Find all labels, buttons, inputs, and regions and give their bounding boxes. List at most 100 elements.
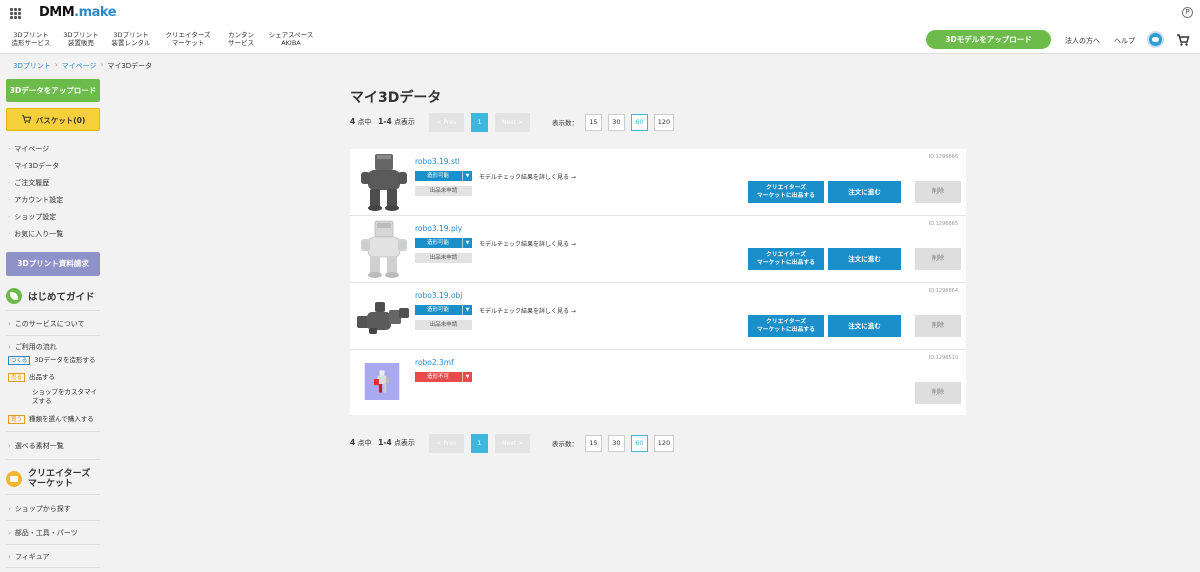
next-button[interactable]: Next > xyxy=(494,433,530,453)
model-check-link[interactable]: モデルチェック結果を詳しく見る → xyxy=(479,172,576,181)
sidebar-basket-button[interactable]: バスケット(0) xyxy=(6,108,100,131)
breadcrumb-separator: › xyxy=(100,61,104,69)
result-count: 4 点中 1-4 点表示 xyxy=(350,117,415,126)
model-file-name[interactable]: robo2.3mf xyxy=(415,358,454,367)
divider xyxy=(6,310,100,311)
help-link[interactable]: ヘルプ xyxy=(1114,36,1135,46)
model-id: ID:1296865 xyxy=(928,221,958,227)
proceed-to-order-button[interactable]: 注文に進む xyxy=(828,181,901,203)
app-grid-icon[interactable] xyxy=(10,8,21,19)
proceed-to-order-button[interactable]: 注文に進む xyxy=(828,248,901,270)
divider xyxy=(6,494,100,495)
chevron-down-icon: ▼ xyxy=(462,171,472,181)
model-file-name[interactable]: robo3.19.stl xyxy=(415,157,460,166)
breadcrumb-3dprint[interactable]: 3Dプリント xyxy=(13,61,51,71)
model-id: ID:1296866 xyxy=(928,154,958,160)
flow-step-sell[interactable]: 売る 出品する xyxy=(8,373,55,382)
per-page-30[interactable]: 30 xyxy=(607,113,625,131)
printable-status-dropdown[interactable]: 造形可能 ▼ xyxy=(415,305,472,315)
printable-status-dropdown[interactable]: 造形可能 ▼ xyxy=(415,171,472,181)
next-button[interactable]: Next > xyxy=(494,112,530,132)
leaf-icon xyxy=(6,288,22,304)
page-1-button[interactable]: 1 xyxy=(470,433,488,453)
points-icon[interactable]: P xyxy=(1182,7,1193,18)
per-page-15[interactable]: 15 xyxy=(584,113,602,131)
prev-button[interactable]: < Prev xyxy=(428,112,464,132)
parts-tools-link[interactable]: 部品・工具・パーツ xyxy=(8,528,78,538)
model-check-link[interactable]: モデルチェック結果を詳しく見る → xyxy=(479,239,576,248)
flow-step-customize-shop[interactable]: ショップをカスタマイズする xyxy=(32,388,98,406)
list-on-creators-market-button[interactable]: クリエイターズ マーケットに出品する xyxy=(748,248,824,270)
sidebar-item-account-settings[interactable]: アカウント設定 xyxy=(8,196,63,213)
figure-link[interactable]: フィギュア xyxy=(8,552,50,562)
nav-print-service[interactable]: 3Dプリント 造形サービス xyxy=(6,31,56,47)
materials-list-link[interactable]: 選べる素材一覧 xyxy=(8,441,64,451)
list-on-creators-market-button[interactable]: クリエイターズ マーケットに出品する xyxy=(748,181,824,203)
shop-search-link[interactable]: ショップから探す xyxy=(8,504,71,514)
nav-share-space[interactable]: シェアスペース AKIBA xyxy=(262,31,320,47)
per-page-60[interactable]: 60 xyxy=(630,113,648,131)
list-item: robo2.3mf 造形不可 ▼ ID:1296510 削除 xyxy=(350,350,966,417)
delete-button[interactable]: 削除 xyxy=(915,315,961,337)
usage-flow-link[interactable]: ご利用の流れ xyxy=(8,342,57,352)
sidebar-item-favorites[interactable]: お気に入り一覧 xyxy=(8,230,63,247)
delete-button[interactable]: 削除 xyxy=(915,248,961,270)
per-page-120[interactable]: 120 xyxy=(653,434,674,452)
sidebar-item-my3ddata[interactable]: マイ3Dデータ xyxy=(8,162,63,179)
listing-status-badge: 出品未申請 xyxy=(415,320,472,330)
sidebar-item-order-history[interactable]: ご注文履歴 xyxy=(8,179,63,196)
per-page-15[interactable]: 15 xyxy=(584,434,602,452)
printable-status-dropdown[interactable]: 造形可能 ▼ xyxy=(415,238,472,248)
pager-top: 4 点中 1-4 点表示 < Prev 1 Next > 表示数： 15 30 … xyxy=(350,112,680,132)
per-page-label: 表示数： xyxy=(551,440,578,448)
nav-printer-sales[interactable]: 3Dプリント 装置販売 xyxy=(56,31,106,47)
list-item: robo3.19.ply 造形可能 ▼ モデルチェック結果を詳しく見る → 出品未… xyxy=(350,216,966,283)
per-page-60[interactable]: 60 xyxy=(630,434,648,452)
cart-icon[interactable] xyxy=(1176,33,1190,47)
model-thumbnail-robot-color[interactable] xyxy=(353,363,411,400)
list-item: robo3.19.stl 造形可能 ▼ モデルチェック結果を詳しく見る → 出品未… xyxy=(350,149,966,216)
proceed-to-order-button[interactable]: 注文に進む xyxy=(828,315,901,337)
cart-circle-icon xyxy=(6,471,22,487)
model-thumbnail-robot-gray[interactable] xyxy=(355,152,411,212)
sell-tag: 売る xyxy=(8,373,26,382)
about-service-link[interactable]: このサービスについて xyxy=(8,319,85,329)
sidebar-upload-button[interactable]: 3Dデータをアップロード xyxy=(6,79,100,102)
guide-heading: はじめてガイド xyxy=(6,288,95,304)
listing-status-badge: 出品未申請 xyxy=(415,186,472,196)
delete-button[interactable]: 削除 xyxy=(915,181,961,203)
delete-button[interactable]: 削除 xyxy=(915,382,961,404)
model-file-name[interactable]: robo3.19.ply xyxy=(415,224,462,233)
upload-3d-model-button[interactable]: 3Dモデルをアップロード xyxy=(926,30,1051,49)
user-avatar[interactable] xyxy=(1147,31,1164,48)
model-thumbnail-robot-white[interactable] xyxy=(355,219,411,279)
sidebar-item-shop-settings[interactable]: ショップ設定 xyxy=(8,213,63,230)
per-page-120[interactable]: 120 xyxy=(653,113,674,131)
creators-market-heading: クリエイターズ マーケット xyxy=(6,469,90,489)
nav-printer-rental[interactable]: 3Dプリント 装置レンタル xyxy=(106,31,156,47)
list-item: robo3.19.obj 造形可能 ▼ モデルチェック結果を詳しく見る → 出品未… xyxy=(350,283,966,350)
breadcrumb-mypage[interactable]: マイページ xyxy=(62,61,97,71)
model-check-link[interactable]: モデルチェック結果を詳しく見る → xyxy=(479,306,576,315)
nav-easy-service[interactable]: カンタン サービス xyxy=(220,31,262,47)
corporate-link[interactable]: 法人の方へ xyxy=(1065,36,1100,46)
prev-button[interactable]: < Prev xyxy=(428,433,464,453)
divider xyxy=(6,335,100,336)
flow-step-buy[interactable]: 買う 種類を選んで購入する xyxy=(8,415,94,424)
nav-creators-market[interactable]: クリエイターズ マーケット xyxy=(156,31,220,47)
per-page-30[interactable]: 30 xyxy=(607,434,625,452)
model-thumbnail-robot-lying[interactable] xyxy=(355,286,411,346)
page-1-button[interactable]: 1 xyxy=(470,112,488,132)
divider xyxy=(6,520,100,521)
dmm-make-logo[interactable]: DMM.make xyxy=(39,5,117,20)
basket-icon xyxy=(21,115,32,124)
model-file-name[interactable]: robo3.19.obj xyxy=(415,291,462,300)
flow-step-make[interactable]: つくる 3Dデータを造形する xyxy=(8,356,96,365)
unprintable-status-dropdown[interactable]: 造形不可 ▼ xyxy=(415,372,472,382)
sidebar-item-mypage[interactable]: マイページ xyxy=(8,145,63,162)
list-on-creators-market-button[interactable]: クリエイターズ マーケットに出品する xyxy=(748,315,824,337)
chevron-down-icon: ▼ xyxy=(462,305,472,315)
breadcrumb-current: マイ3Dデータ xyxy=(107,62,153,70)
model-list: robo3.19.stl 造形可能 ▼ モデルチェック結果を詳しく見る → 出品未… xyxy=(350,149,966,415)
sidebar-catalog-button[interactable]: 3Dプリント資料請求 xyxy=(6,252,100,276)
